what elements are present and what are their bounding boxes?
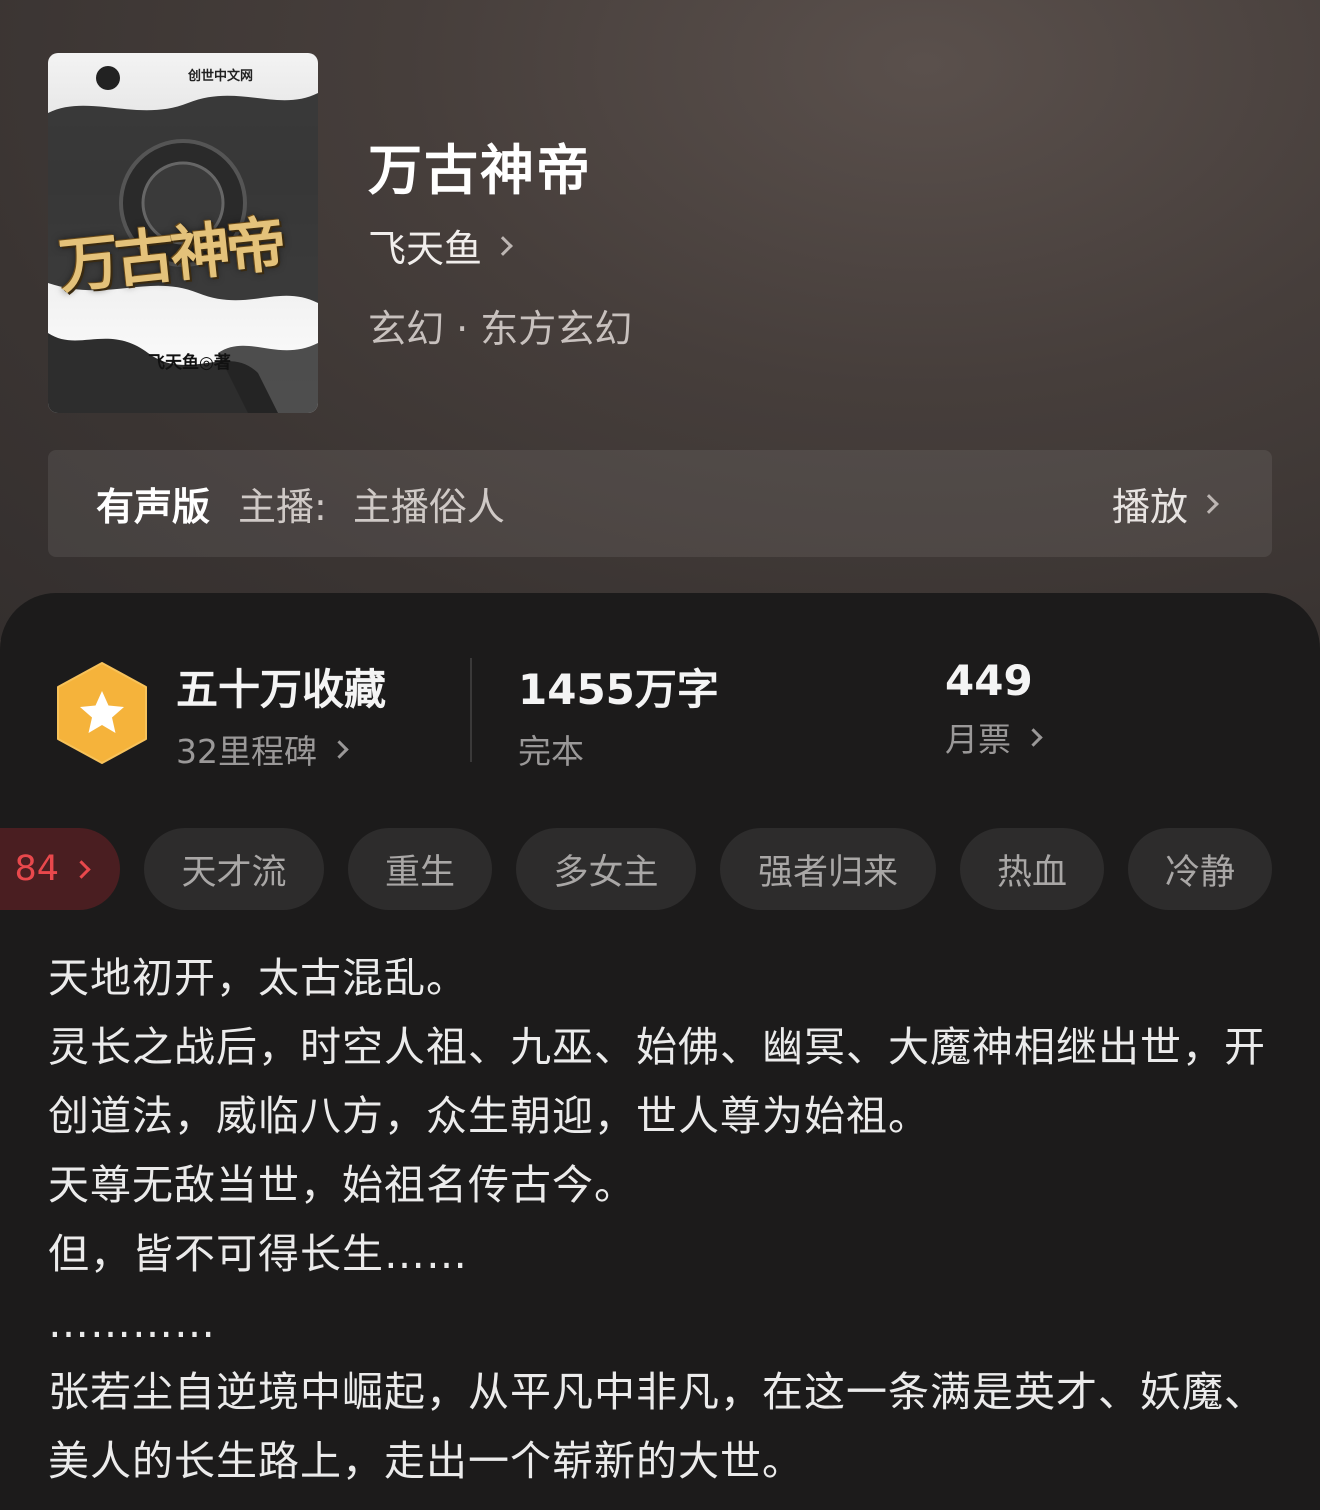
book-cover[interactable]: 创世中文网 万古神帝 飞天鱼◎著 [48, 53, 318, 413]
rank-value: 84 [14, 849, 59, 889]
synopsis-paragraph: 天地初开，太古混乱。 [48, 954, 468, 1002]
play-button[interactable]: 播放 [1111, 476, 1219, 531]
genre-label: 玄幻 · 东方玄幻 [368, 307, 633, 351]
synopsis[interactable]: 天地初开，太古混乱。 灵长之战后，时空人祖、九巫、始佛、幽冥、大魔神相继出世，开… [48, 944, 1278, 1496]
chevron-right-icon [72, 859, 91, 879]
star-badge-icon [57, 662, 147, 764]
chevron-right-icon [1199, 493, 1219, 514]
audiobook-bar[interactable]: 有声版 主播: 主播俗人 播放 [48, 450, 1272, 557]
word-count-stat: 1455万字 完本 [518, 656, 719, 773]
milestones-link[interactable]: 32里程碑 [176, 725, 386, 773]
monthly-votes-link[interactable]: 月票 [945, 713, 1043, 761]
tag-item[interactable]: 冷静 [1128, 828, 1272, 910]
tag-item[interactable]: 天才流 [144, 828, 324, 910]
completion-status: 完本 [518, 725, 719, 773]
play-label: 播放 [1111, 485, 1188, 529]
synopsis-paragraph: 张若尘自逆境中崛起，从平凡中非凡，在这一条满是英才、妖魔、美人的长生路上，走出一… [48, 1368, 1266, 1485]
collections-stat[interactable]: 五十万收藏 32里程碑 [176, 656, 386, 773]
milestones-label: 32里程碑 [176, 732, 317, 771]
tag-item[interactable]: 强者归来 [720, 828, 936, 910]
synopsis-paragraph: 但，皆不可得长生…… [48, 1230, 468, 1278]
book-title: 万古神帝 [368, 139, 592, 202]
synopsis-paragraph: ………… [48, 1299, 216, 1347]
author-link[interactable]: 飞天鱼 [368, 218, 513, 273]
monthly-votes-stat[interactable]: 449 月票 [945, 656, 1043, 761]
cover-author: 飞天鱼◎著 [148, 353, 231, 373]
tag-item[interactable]: 重生 [348, 828, 492, 910]
word-count: 1455万字 [518, 665, 719, 714]
audiobook-label: 有声版 [96, 485, 211, 529]
cover-publisher: 创世中文网 [188, 69, 254, 84]
monthly-votes-count: 449 [945, 656, 1033, 705]
chevron-right-icon [493, 235, 513, 256]
author-name: 飞天鱼 [368, 227, 483, 271]
host-label: 主播: [238, 485, 327, 529]
tag-item[interactable]: 多女主 [516, 828, 696, 910]
synopsis-paragraph: 灵长之战后，时空人祖、九巫、始佛、幽冥、大魔神相继出世，开创道法，威临八方，众生… [48, 1023, 1266, 1140]
host-name: 主播俗人 [352, 485, 505, 529]
tag-item[interactable]: 热血 [960, 828, 1104, 910]
monthly-votes-label: 月票 [945, 720, 1011, 759]
rank-tag[interactable]: 84 [0, 828, 120, 910]
collections-count: 五十万收藏 [176, 665, 387, 714]
stat-divider [470, 658, 472, 762]
synopsis-paragraph: 天尊无敌当世，始祖名传古今。 [48, 1161, 636, 1209]
chevron-right-icon [1024, 727, 1043, 747]
chevron-right-icon [330, 739, 349, 759]
status-label: 完本 [518, 732, 584, 771]
